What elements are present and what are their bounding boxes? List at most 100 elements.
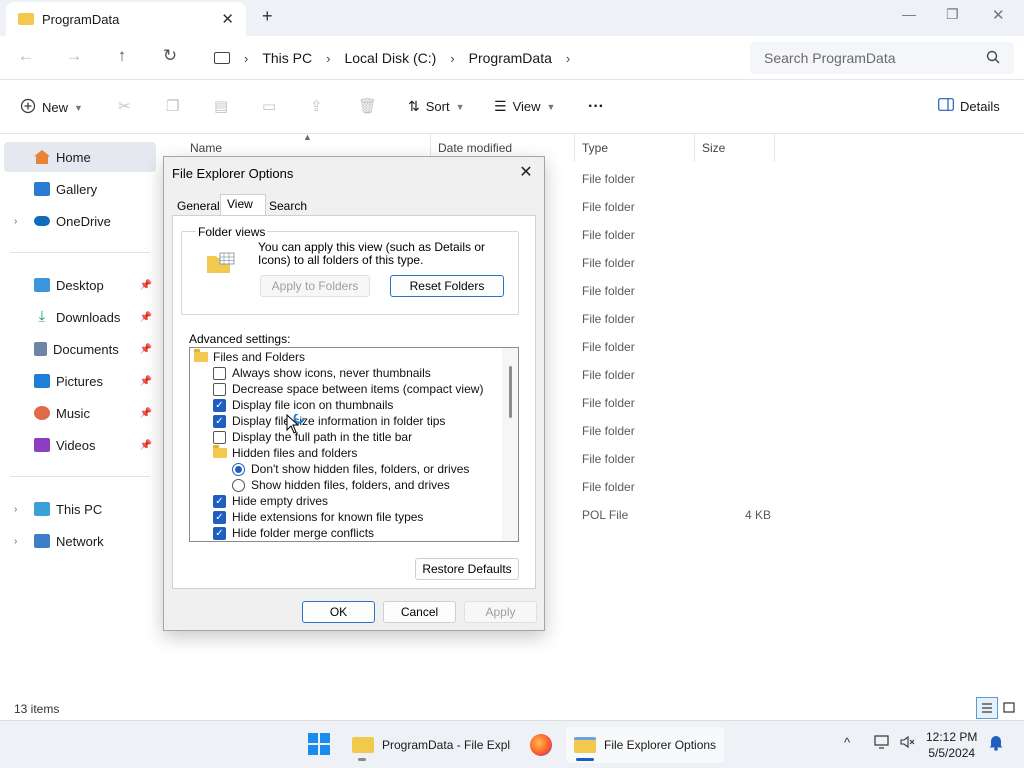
file-type-cell[interactable]: POL File: [582, 508, 628, 522]
checkbox-checked[interactable]: ✓: [213, 510, 226, 524]
chevron-right-icon[interactable]: ›: [14, 504, 17, 515]
file-type-cell[interactable]: File folder: [582, 312, 635, 326]
scrollbar-thumb[interactable]: [509, 366, 512, 418]
dialog-close-icon[interactable]: ✕: [516, 162, 536, 182]
sidebar-item-desktop[interactable]: Desktop 📌: [4, 270, 156, 300]
details-view-toggle[interactable]: [976, 697, 998, 719]
copy-icon[interactable]: ❐: [166, 97, 179, 115]
clock[interactable]: 12:12 PM 5/5/2024: [926, 729, 977, 761]
refresh-icon[interactable]: ↻: [158, 46, 182, 66]
tree-folder-hidden-files[interactable]: Hidden files and folders: [213, 445, 357, 461]
breadcrumb-separator[interactable]: ›: [566, 51, 570, 66]
file-type-cell[interactable]: File folder: [582, 228, 635, 242]
column-header-name[interactable]: Name: [190, 141, 222, 155]
tab-general[interactable]: General: [177, 199, 220, 213]
column-header-date-modified[interactable]: Date modified: [438, 141, 512, 155]
tree-folder-files-and-folders[interactable]: Files and Folders: [194, 349, 305, 365]
file-type-cell[interactable]: File folder: [582, 200, 635, 214]
setting-file-icon-on-thumbnails[interactable]: ✓ Display file icon on thumbnails: [213, 397, 393, 413]
checkbox-checked[interactable]: ✓: [213, 526, 226, 540]
sidebar-item-pictures[interactable]: Pictures 📌: [4, 366, 156, 396]
network-monitor-icon[interactable]: [874, 735, 890, 752]
setting-hide-empty-drives[interactable]: ✓ Hide empty drives: [213, 493, 328, 509]
pin-icon[interactable]: 📌: [140, 440, 152, 451]
breadcrumb-local-disk[interactable]: Local Disk (C:): [344, 50, 436, 66]
tree-scrollbar[interactable]: [502, 348, 518, 541]
setting-always-show-icons[interactable]: Always show icons, never thumbnails: [213, 365, 431, 381]
pin-icon[interactable]: 📌: [140, 280, 152, 291]
tab-view[interactable]: View: [227, 197, 253, 211]
radio-selected[interactable]: [232, 462, 245, 476]
setting-compact-view[interactable]: Decrease space between items (compact vi…: [213, 381, 483, 397]
setting-show-hidden[interactable]: Show hidden files, folders, and drives: [232, 477, 450, 493]
pin-icon[interactable]: 📌: [140, 344, 152, 355]
minimize-icon[interactable]: —: [902, 6, 916, 22]
tiles-view-toggle[interactable]: [998, 697, 1020, 719]
setting-full-path-in-title-bar[interactable]: Display the full path in the title bar: [213, 429, 412, 445]
file-type-cell[interactable]: File folder: [582, 256, 635, 270]
checkbox-unchecked[interactable]: [213, 430, 226, 444]
file-size-cell[interactable]: 4 KB: [745, 508, 771, 522]
breadcrumb-separator[interactable]: ›: [450, 51, 454, 66]
file-type-cell[interactable]: File folder: [582, 452, 635, 466]
breadcrumb-separator[interactable]: ›: [326, 51, 330, 66]
setting-dont-show-hidden[interactable]: Don't show hidden files, folders, or dri…: [232, 461, 469, 477]
delete-icon[interactable]: 🗑: [358, 97, 377, 115]
column-separator[interactable]: [774, 134, 775, 162]
file-type-cell[interactable]: File folder: [582, 424, 635, 438]
forward-icon[interactable]: →: [62, 46, 86, 66]
file-type-cell[interactable]: File folder: [582, 368, 635, 382]
restore-defaults-button[interactable]: Restore Defaults: [415, 558, 519, 580]
sidebar-item-this-pc[interactable]: › This PC: [4, 494, 156, 524]
apply-button[interactable]: Apply: [464, 601, 537, 623]
file-type-cell[interactable]: File folder: [582, 396, 635, 410]
file-type-cell[interactable]: File folder: [582, 284, 635, 298]
taskbar-file-explorer[interactable]: ProgramData - File Expl: [344, 727, 518, 763]
checkbox-checked[interactable]: ✓: [213, 398, 226, 412]
volume-muted-icon[interactable]: [900, 735, 916, 752]
advanced-settings-tree[interactable]: Files and Folders Always show icons, nev…: [189, 347, 519, 542]
column-separator[interactable]: [574, 134, 575, 162]
sidebar-item-documents[interactable]: Documents 📌: [4, 334, 156, 364]
cut-icon[interactable]: ✂: [118, 97, 131, 115]
rename-icon[interactable]: ▭: [262, 97, 276, 115]
notification-bell-icon[interactable]: [988, 733, 1004, 754]
sidebar-item-downloads[interactable]: ⤓ Downloads 📌: [4, 302, 156, 332]
apply-to-folders-button[interactable]: Apply to Folders: [260, 275, 370, 297]
setting-hide-extensions[interactable]: ✓ Hide extensions for known file types: [213, 509, 423, 525]
sidebar-item-network[interactable]: › Network: [4, 526, 156, 556]
radio-unselected[interactable]: [232, 478, 245, 492]
file-type-cell[interactable]: File folder: [582, 340, 635, 354]
checkbox-checked[interactable]: ✓: [213, 414, 226, 428]
breadcrumb-programdata[interactable]: ProgramData: [469, 50, 552, 66]
sort-button[interactable]: ⇅ Sort ▼: [408, 98, 465, 115]
breadcrumb-this-pc[interactable]: This PC: [262, 50, 312, 66]
breadcrumb-separator[interactable]: ›: [244, 51, 248, 66]
chevron-up-icon[interactable]: ^: [844, 735, 850, 750]
taskbar-file-explorer-options[interactable]: File Explorer Options: [566, 727, 725, 763]
pin-icon[interactable]: 📌: [140, 408, 152, 419]
checkbox-unchecked[interactable]: [213, 382, 226, 396]
up-icon[interactable]: ↑: [110, 46, 134, 66]
share-icon[interactable]: ⇪: [310, 97, 323, 115]
back-icon[interactable]: ←: [14, 46, 38, 66]
sidebar-item-gallery[interactable]: Gallery: [4, 174, 156, 204]
tab-close-icon[interactable]: ✕: [221, 10, 234, 28]
file-type-cell[interactable]: File folder: [582, 480, 635, 494]
cancel-button[interactable]: Cancel: [383, 601, 456, 623]
window-close-icon[interactable]: ✕: [992, 6, 1005, 24]
maximize-icon[interactable]: ❐: [946, 6, 959, 23]
setting-hide-merge-conflicts[interactable]: ✓ Hide folder merge conflicts: [213, 525, 374, 541]
tab-search[interactable]: Search: [269, 199, 307, 213]
reset-folders-button[interactable]: Reset Folders: [390, 275, 504, 297]
details-button[interactable]: Details: [938, 98, 1000, 114]
pin-icon[interactable]: 📌: [140, 312, 152, 323]
sidebar-item-videos[interactable]: Videos 📌: [4, 430, 156, 460]
checkbox-unchecked[interactable]: [213, 366, 226, 380]
column-header-size[interactable]: Size: [702, 141, 725, 155]
paste-icon[interactable]: ▤: [214, 97, 228, 115]
checkbox-checked[interactable]: ✓: [213, 494, 226, 508]
chevron-right-icon[interactable]: ›: [14, 216, 17, 227]
sidebar-item-music[interactable]: Music 📌: [4, 398, 156, 428]
ok-button[interactable]: OK: [302, 601, 375, 623]
